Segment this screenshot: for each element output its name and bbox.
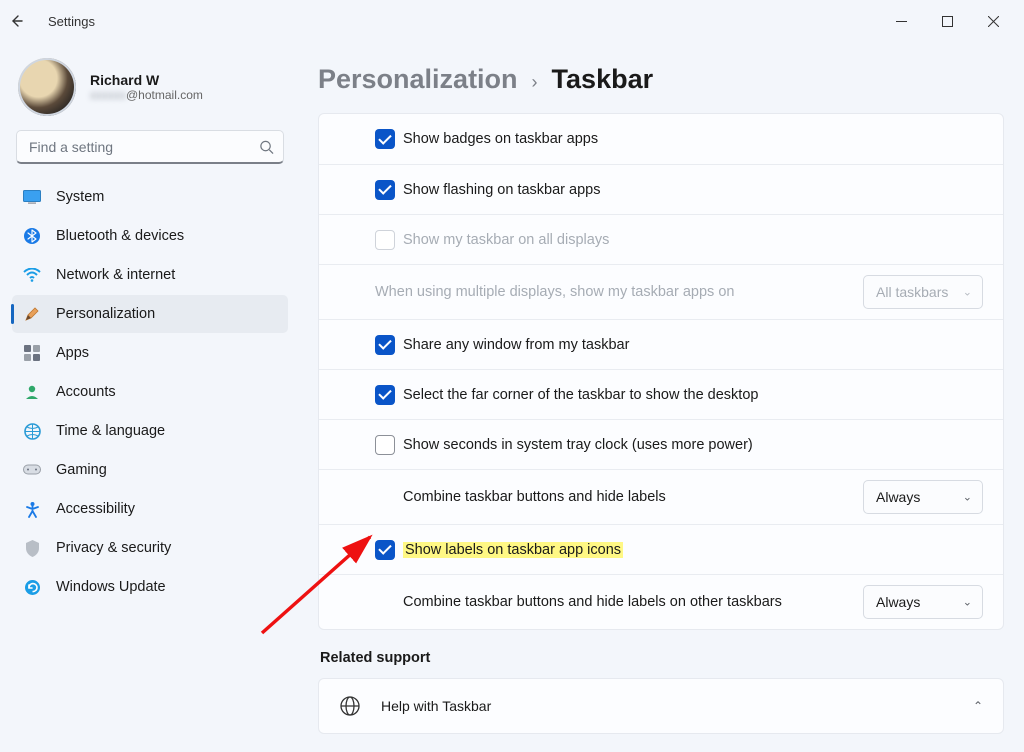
setting-show-badges: Show badges on taskbar apps — [319, 114, 1003, 164]
setting-label: Combine taskbar buttons and hide labels — [403, 489, 666, 505]
setting-multi-display-apps: When using multiple displays, show my ta… — [319, 264, 1003, 319]
nav-label: Bluetooth & devices — [56, 228, 184, 244]
gamepad-icon — [22, 460, 42, 480]
clock-globe-icon — [22, 421, 42, 441]
setting-share-window: Share any window from my taskbar — [319, 319, 1003, 369]
search-box — [16, 130, 284, 164]
dropdown-value: All taskbars — [876, 284, 948, 300]
nav-label: Privacy & security — [56, 540, 171, 556]
setting-label: Combine taskbar buttons and hide labels … — [403, 594, 782, 610]
dropdown-combine-other[interactable]: Always ⌄ — [863, 585, 983, 619]
content-area: Personalization › Taskbar Show badges on… — [300, 42, 1024, 752]
search-input[interactable] — [16, 130, 284, 164]
checkbox-show-flashing[interactable] — [375, 180, 395, 200]
maximize-button[interactable] — [924, 5, 970, 37]
paintbrush-icon — [22, 304, 42, 324]
nav-label: Accessibility — [56, 501, 135, 517]
setting-combine-main: Combine taskbar buttons and hide labels … — [319, 469, 1003, 524]
system-icon — [22, 187, 42, 207]
nav-item-system[interactable]: System — [12, 178, 288, 216]
nav-item-network[interactable]: Network & internet — [12, 256, 288, 294]
nav-item-accessibility[interactable]: Accessibility — [12, 490, 288, 528]
shield-icon — [22, 538, 42, 558]
setting-far-corner: Select the far corner of the taskbar to … — [319, 369, 1003, 419]
nav-list: System Bluetooth & devices Network & int… — [12, 178, 288, 606]
avatar — [18, 58, 76, 116]
update-icon — [22, 577, 42, 597]
breadcrumb: Personalization › Taskbar — [318, 50, 1004, 95]
sidebar: Richard W xxxxxx@hotmail.com System Blue… — [0, 42, 300, 752]
nav-label: Accounts — [56, 384, 116, 400]
nav-label: Gaming — [56, 462, 107, 478]
chevron-down-icon: ⌄ — [963, 596, 972, 609]
related-support-card: Help with Taskbar ⌃ — [318, 678, 1004, 734]
breadcrumb-parent[interactable]: Personalization — [318, 64, 518, 95]
nav-item-personalization[interactable]: Personalization — [12, 295, 288, 333]
chevron-up-icon: ⌃ — [973, 699, 983, 713]
nav-label: Windows Update — [56, 579, 166, 595]
nav-item-accounts[interactable]: Accounts — [12, 373, 288, 411]
accessibility-icon — [22, 499, 42, 519]
bluetooth-icon — [22, 226, 42, 246]
dropdown-multi-display-apps: All taskbars ⌄ — [863, 275, 983, 309]
nav-item-time-language[interactable]: Time & language — [12, 412, 288, 450]
setting-label: Show seconds in system tray clock (uses … — [403, 437, 753, 453]
globe-icon — [339, 695, 361, 717]
search-icon — [259, 140, 274, 155]
window-controls — [878, 5, 1016, 37]
help-label: Help with Taskbar — [381, 698, 491, 714]
nav-item-gaming[interactable]: Gaming — [12, 451, 288, 489]
setting-show-seconds: Show seconds in system tray clock (uses … — [319, 419, 1003, 469]
nav-item-apps[interactable]: Apps — [12, 334, 288, 372]
person-icon — [22, 382, 42, 402]
wifi-icon — [22, 265, 42, 285]
taskbar-settings-card: Show badges on taskbar apps Show flashin… — [318, 113, 1004, 630]
nav-label: Network & internet — [56, 267, 175, 283]
checkbox-show-labels[interactable] — [375, 540, 395, 560]
setting-combine-other: Combine taskbar buttons and hide labels … — [319, 574, 1003, 629]
dropdown-value: Always — [876, 489, 920, 505]
checkbox-show-badges[interactable] — [375, 129, 395, 149]
setting-label: Show labels on taskbar app icons — [403, 542, 623, 558]
nav-item-bluetooth[interactable]: Bluetooth & devices — [12, 217, 288, 255]
setting-label: When using multiple displays, show my ta… — [375, 284, 734, 300]
setting-label: Show my taskbar on all displays — [403, 232, 609, 248]
minimize-button[interactable] — [878, 5, 924, 37]
related-support-title: Related support — [320, 650, 1004, 666]
back-button[interactable] — [8, 13, 40, 29]
chevron-right-icon: › — [532, 72, 538, 93]
setting-label: Share any window from my taskbar — [403, 337, 629, 353]
dropdown-combine-main[interactable]: Always ⌄ — [863, 480, 983, 514]
nav-label: System — [56, 189, 104, 205]
nav-label: Personalization — [56, 306, 155, 322]
close-button[interactable] — [970, 5, 1016, 37]
setting-all-displays: Show my taskbar on all displays — [319, 214, 1003, 264]
nav-item-windows-update[interactable]: Windows Update — [12, 568, 288, 606]
apps-icon — [22, 343, 42, 363]
checkbox-far-corner[interactable] — [375, 385, 395, 405]
titlebar: Settings — [0, 0, 1024, 42]
dropdown-value: Always — [876, 594, 920, 610]
nav-item-privacy[interactable]: Privacy & security — [12, 529, 288, 567]
user-name: Richard W — [90, 72, 203, 88]
checkbox-share-window[interactable] — [375, 335, 395, 355]
checkbox-show-seconds[interactable] — [375, 435, 395, 455]
chevron-down-icon: ⌄ — [963, 286, 972, 299]
checkbox-all-displays — [375, 230, 395, 250]
chevron-down-icon: ⌄ — [963, 491, 972, 504]
breadcrumb-current: Taskbar — [552, 64, 654, 95]
setting-label: Show badges on taskbar apps — [403, 131, 598, 147]
nav-label: Apps — [56, 345, 89, 361]
user-email: xxxxxx@hotmail.com — [90, 88, 203, 102]
nav-label: Time & language — [56, 423, 165, 439]
help-with-taskbar[interactable]: Help with Taskbar ⌃ — [319, 679, 1003, 733]
user-block[interactable]: Richard W xxxxxx@hotmail.com — [12, 50, 288, 128]
setting-label: Show flashing on taskbar apps — [403, 182, 601, 198]
setting-show-flashing: Show flashing on taskbar apps — [319, 164, 1003, 214]
setting-show-labels: Show labels on taskbar app icons — [319, 524, 1003, 574]
window-title: Settings — [48, 14, 95, 29]
setting-label: Select the far corner of the taskbar to … — [403, 387, 758, 403]
